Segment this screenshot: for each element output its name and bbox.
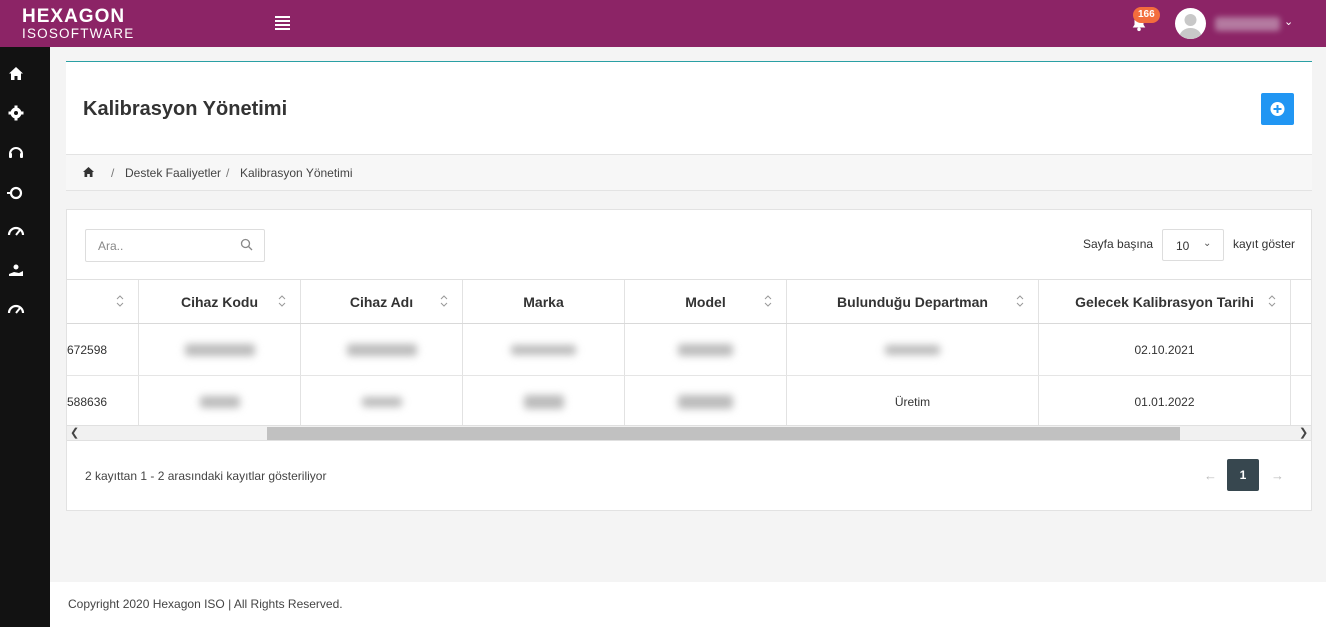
breadcrumb-item-support[interactable]: Destek Faaliyetler (125, 166, 221, 180)
column-header-overflow (1291, 280, 1311, 323)
column-header-brand[interactable]: Marka (463, 280, 625, 323)
home-icon[interactable] (82, 166, 95, 178)
cell-overflow (1291, 324, 1311, 375)
scrollbar-thumb[interactable] (267, 427, 1180, 440)
column-header-device-name[interactable]: Cihaz Adı (301, 280, 463, 323)
show-records-label: kayıt göster (1233, 237, 1296, 251)
column-header-next-calibration-date[interactable]: Gelecek Kalibrasyon Tarihi (1039, 280, 1291, 323)
home-icon[interactable] (7, 65, 25, 83)
column-header-label: Cihaz Kodu (181, 293, 258, 310)
top-navbar: HEXAGON ISOSOFTWARE 166 ⌄ (0, 0, 1326, 47)
column-header-label: Model (685, 293, 726, 310)
menu-toggle-icon[interactable] (275, 16, 290, 30)
plus-circle-icon (1270, 102, 1285, 116)
add-record-button[interactable] (1261, 93, 1294, 125)
per-page-select[interactable]: 10 ⌄ (1162, 229, 1224, 261)
column-header-department[interactable]: Bulunduğu Departman (787, 280, 1039, 323)
cell-id-value: 672598 (67, 342, 108, 357)
sort-icon (278, 295, 286, 307)
headset-icon[interactable] (7, 144, 25, 162)
chevron-down-icon: ⌄ (1203, 238, 1212, 249)
sort-icon (1016, 295, 1024, 307)
search-icon (240, 238, 253, 251)
sort-icon (116, 295, 124, 307)
footer: Copyright 2020 Hexagon ISO | All Rights … (50, 582, 1326, 627)
brand-name: HEXAGON (22, 6, 126, 27)
table-row[interactable]: 588636 Üretim 01.01.2022 (67, 376, 1311, 425)
breadcrumb-item-current: Kalibrasyon Yönetimi (240, 166, 353, 180)
column-header-label: Marka (523, 293, 564, 310)
brand-logo[interactable]: HEXAGON ISOSOFTWARE (22, 7, 134, 41)
gauge-alt-icon[interactable] (7, 301, 25, 319)
settings-alt-icon[interactable] (7, 184, 25, 202)
per-page-label: Sayfa başına (1083, 237, 1154, 251)
brand-subtitle: ISOSOFTWARE (22, 26, 135, 41)
records-info: 2 kayıttan 1 - 2 arasındaki kayıtlar gös… (85, 469, 327, 483)
cell-department-value: Üretim (894, 394, 931, 409)
table-card: Sayfa başına 10 ⌄ kayıt göster Cihaz Kod… (66, 209, 1312, 511)
horizontal-scrollbar[interactable]: ❮ ❯ (67, 425, 1311, 441)
cell-next-calibration-date: 01.01.2022 (1039, 376, 1291, 425)
breadcrumb-separator: / (111, 166, 115, 180)
cell-date-value: 02.10.2021 (1134, 342, 1195, 357)
sidebar (0, 47, 50, 627)
cell-device-name (301, 324, 463, 375)
notification-badge: 166 (1133, 7, 1160, 23)
column-header-device-code[interactable]: Cihaz Kodu (139, 280, 301, 323)
user-icon (1179, 14, 1202, 39)
cell-department: Üretim (787, 376, 1039, 425)
scroll-right-icon[interactable]: ❯ (1299, 426, 1308, 439)
column-header-label: Cihaz Adı (349, 293, 414, 310)
search-input[interactable] (85, 229, 265, 262)
cell-id-value: 588636 (67, 394, 108, 409)
gear-icon[interactable] (7, 104, 25, 122)
cell-id: 588636 (67, 376, 139, 425)
cell-date-value: 01.01.2022 (1134, 394, 1195, 409)
per-page-value: 10 (1176, 239, 1190, 253)
cell-id: 672598 (67, 324, 139, 375)
column-header-label: Bulunduğu Departman (837, 293, 988, 310)
avatar[interactable] (1175, 8, 1206, 39)
cell-department (787, 324, 1039, 375)
pagination-next[interactable]: → (1271, 468, 1284, 483)
cell-next-calibration-date: 02.10.2021 (1039, 324, 1291, 375)
cell-device-code (139, 376, 301, 425)
sort-icon (1268, 295, 1276, 307)
pagination-prev[interactable]: ← (1204, 468, 1217, 483)
page-title: Kalibrasyon Yönetimi (83, 98, 288, 120)
table-row[interactable]: 672598 02.10.2021 (67, 324, 1311, 376)
breadcrumb-separator: / (226, 166, 230, 180)
sort-icon (764, 295, 772, 307)
data-table: Cihaz Kodu Cihaz Adı Marka Model Bulundu… (67, 279, 1311, 425)
copyright-text: Copyright 2020 Hexagon ISO | All Rights … (68, 597, 343, 611)
hand-icon[interactable] (7, 262, 25, 280)
cell-brand (463, 376, 625, 425)
sort-icon (440, 295, 448, 307)
table-header-row: Cihaz Kodu Cihaz Adı Marka Model Bulundu… (67, 280, 1311, 324)
cell-model (625, 324, 787, 375)
gauge-icon[interactable] (7, 223, 25, 241)
cell-overflow (1291, 376, 1311, 425)
cell-device-code (139, 324, 301, 375)
column-header-label: Gelecek Kalibrasyon Tarihi (1075, 293, 1254, 310)
breadcrumb: / Destek Faaliyetler / Kalibrasyon Yönet… (66, 154, 1312, 191)
username-redacted[interactable] (1215, 17, 1280, 31)
cell-device-name (301, 376, 463, 425)
cell-model (625, 376, 787, 425)
pagination-page-current[interactable]: 1 (1227, 459, 1259, 491)
scroll-left-icon[interactable]: ❮ (70, 426, 79, 439)
column-header-id[interactable] (67, 280, 139, 323)
column-header-model[interactable]: Model (625, 280, 787, 323)
page-header: Kalibrasyon Yönetimi (66, 61, 1312, 154)
chevron-down-icon[interactable]: ⌄ (1284, 15, 1293, 28)
cell-brand (463, 324, 625, 375)
